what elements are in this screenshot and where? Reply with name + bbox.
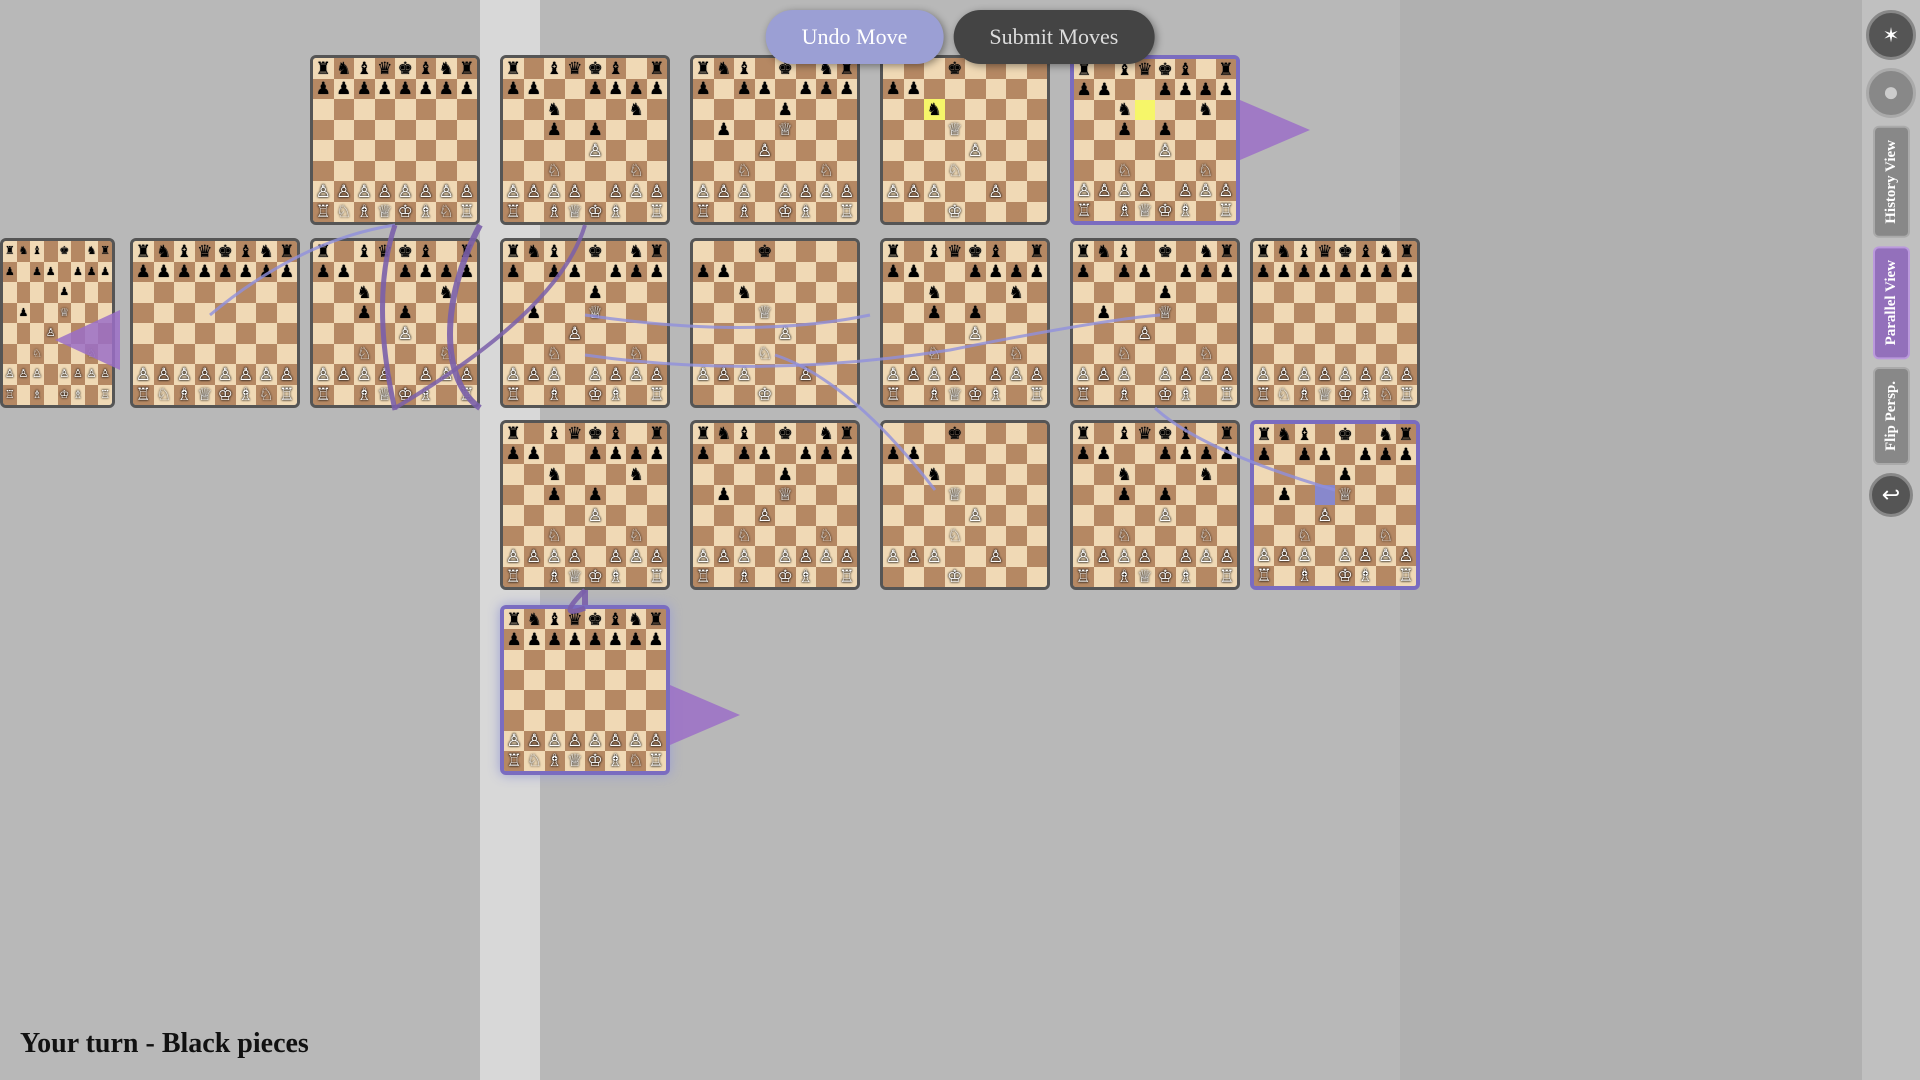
chess-board-b17[interactable]: ♜♝♛♚♝♜♟♟♟♟♟♟♞♞♟♟♙♘♘♙♙♙♙♙♙♙♖♗♕♔♗♖ — [1070, 420, 1240, 590]
top-buttons: Undo Move Submit Moves — [766, 10, 1155, 64]
chess-board-b16[interactable]: ♚♟♟♞♕♙♘♙♙♙♙♔ — [880, 420, 1050, 590]
circle-icon: ● — [1883, 77, 1900, 109]
chess-board-b13[interactable]: ♜♞♝♛♚♝♞♜♟♟♟♟♟♟♟♟♙♙♙♙♙♙♙♙♖♘♗♕♔♗♘♖ — [1250, 238, 1420, 408]
chess-board-b14[interactable]: ♜♝♛♚♝♜♟♟♟♟♟♟♞♞♟♟♙♘♘♙♙♙♙♙♙♙♖♗♕♔♗♖ — [500, 420, 670, 590]
right-sidebar: ✶ ● History View Parallel View Flip Pers… — [1862, 0, 1920, 1080]
star-icon: ✶ — [1883, 23, 1900, 48]
undo-move-button[interactable]: Undo Move — [766, 10, 944, 64]
chess-board-b6[interactable]: ♜♞♝♚♞♜♟♟♟♟♟♟♟♟♕♙♘♘♙♙♙♙♙♙♙♖♗♔♗♖ — [0, 238, 115, 408]
flip-perspective-tab[interactable]: Flip Persp. — [1873, 367, 1910, 465]
parallel-view-tab[interactable]: Parallel View — [1873, 246, 1910, 359]
chess-board-b19[interactable]: ♜♞♝♛♚♝♞♜♟♟♟♟♟♟♟♟♙♙♙♙♙♙♙♙♖♘♗♕♔♗♘♖ — [500, 605, 670, 775]
chess-board-b1[interactable]: ♜♞♝♛♚♝♞♜♟♟♟♟♟♟♟♟♙♙♙♙♙♙♙♙♖♘♗♕♔♗♘♖ — [310, 55, 480, 225]
circle-button[interactable]: ● — [1866, 68, 1916, 118]
chess-board-b3[interactable]: ♜♞♝♚♞♜♟♟♟♟♟♟♟♟♕♙♘♘♙♙♙♙♙♙♙♖♗♔♗♖ — [690, 55, 860, 225]
chess-board-b10[interactable]: ♚♟♟♞♕♙♘♙♙♙♙♔ — [690, 238, 860, 408]
history-view-tab[interactable]: History View — [1873, 126, 1910, 238]
back-icon: ↩ — [1882, 482, 1900, 508]
chess-board-b8[interactable]: ♜♝♛♚♝♜♟♟♟♟♟♟♞♞♟♟♙♘♘♙♙♙♙♙♙♙♖♗♕♔♗♖ — [310, 238, 480, 408]
chess-board-b18[interactable]: ♜♞♝♚♞♜♟♟♟♟♟♟♟♟♕♙♘♘♙♙♙♙♙♙♙♖♗♔♗♖ — [1250, 420, 1420, 590]
chess-board-b15[interactable]: ♜♞♝♚♞♜♟♟♟♟♟♟♟♟♕♙♘♘♙♙♙♙♙♙♙♖♗♔♗♖ — [690, 420, 860, 590]
chess-board-b7[interactable]: ♜♞♝♛♚♝♞♜♟♟♟♟♟♟♟♟♙♙♙♙♙♙♙♙♖♘♗♕♔♗♘♖ — [130, 238, 300, 408]
chess-board-b4[interactable]: ♚♟♟♞♕♙♘♙♙♙♙♔ — [880, 55, 1050, 225]
chess-board-b12[interactable]: ♜♞♝♚♞♜♟♟♟♟♟♟♟♟♕♙♘♘♙♙♙♙♙♙♙♖♗♔♗♖ — [1070, 238, 1240, 408]
submit-moves-button[interactable]: Submit Moves — [953, 10, 1154, 64]
status-text: Your turn - Black pieces — [20, 1028, 309, 1060]
chess-board-b5[interactable]: ♜♝♛♚♝♜♟♟♟♟♟♟♞♞♟♟♙♘♘♙♙♙♙♙♙♙♖♗♕♔♗♖ — [1070, 55, 1240, 225]
main-area: ♜♞♝♛♚♝♞♜♟♟♟♟♟♟♟♟♙♙♙♙♙♙♙♙♖♘♗♕♔♗♘♖♜♝♛♚♝♜♟♟… — [0, 0, 1400, 1080]
chess-board-b9[interactable]: ♜♞♝♚♞♜♟♟♟♟♟♟♟♟♕♙♘♘♙♙♙♙♙♙♙♖♗♔♗♖ — [500, 238, 670, 408]
back-button[interactable]: ↩ — [1869, 473, 1913, 517]
star-button[interactable]: ✶ — [1866, 10, 1916, 60]
chess-board-b2[interactable]: ♜♝♛♚♝♜♟♟♟♟♟♟♞♞♟♟♙♘♘♙♙♙♙♙♙♙♖♗♕♔♗♖ — [500, 55, 670, 225]
chess-board-b11[interactable]: ♜♝♛♚♝♜♟♟♟♟♟♟♞♞♟♟♙♘♘♙♙♙♙♙♙♙♖♗♕♔♗♖ — [880, 238, 1050, 408]
